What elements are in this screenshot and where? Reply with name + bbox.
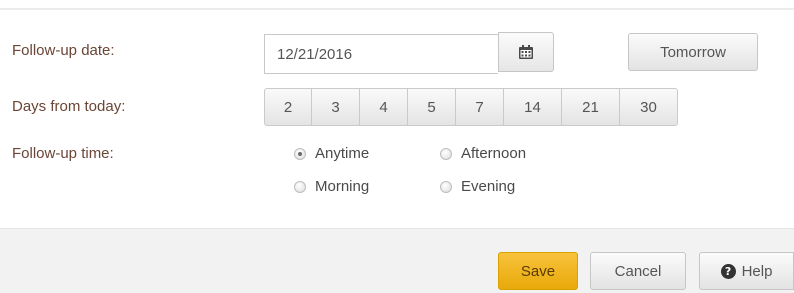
radio-button[interactable] <box>294 180 306 193</box>
radio-button[interactable] <box>440 147 452 160</box>
help-button-label: Help <box>741 262 773 280</box>
radio-evening-label: Evening <box>461 178 516 195</box>
question-circle-icon: ? <box>720 263 736 279</box>
radio-afternoon-label: Afternoon <box>461 145 527 162</box>
days-from-today-label: Days from today: <box>12 98 126 115</box>
radio-afternoon[interactable]: Afternoon <box>440 145 526 162</box>
radio-morning[interactable]: Morning <box>294 178 369 195</box>
help-button[interactable]: ? Help <box>699 252 794 290</box>
radio-button[interactable] <box>440 180 452 193</box>
day-button-21[interactable]: 21 <box>562 88 620 126</box>
calendar-button[interactable] <box>498 32 554 72</box>
save-button[interactable]: Save <box>498 252 578 290</box>
radio-button-selected[interactable] <box>294 147 306 160</box>
day-button-7[interactable]: 7 <box>456 88 504 126</box>
followup-time-label: Follow-up time: <box>12 145 114 162</box>
day-button-4[interactable]: 4 <box>360 88 408 126</box>
radio-anytime[interactable]: Anytime <box>294 145 369 162</box>
day-button-14[interactable]: 14 <box>504 88 562 126</box>
day-button-30[interactable]: 30 <box>620 88 678 126</box>
cancel-button[interactable]: Cancel <box>590 252 686 290</box>
top-divider <box>0 8 794 10</box>
days-button-group: 2 3 4 5 7 14 21 30 <box>264 88 678 126</box>
day-button-3[interactable]: 3 <box>312 88 360 126</box>
day-button-2[interactable]: 2 <box>264 88 312 126</box>
day-button-5[interactable]: 5 <box>408 88 456 126</box>
radio-evening[interactable]: Evening <box>440 178 515 195</box>
radio-anytime-label: Anytime <box>315 145 370 162</box>
radio-morning-label: Morning <box>315 178 370 195</box>
calendar-icon <box>519 45 533 59</box>
followup-date-input[interactable] <box>264 34 498 74</box>
followup-date-label: Follow-up date: <box>12 42 115 59</box>
tomorrow-button[interactable]: Tomorrow <box>628 33 758 71</box>
